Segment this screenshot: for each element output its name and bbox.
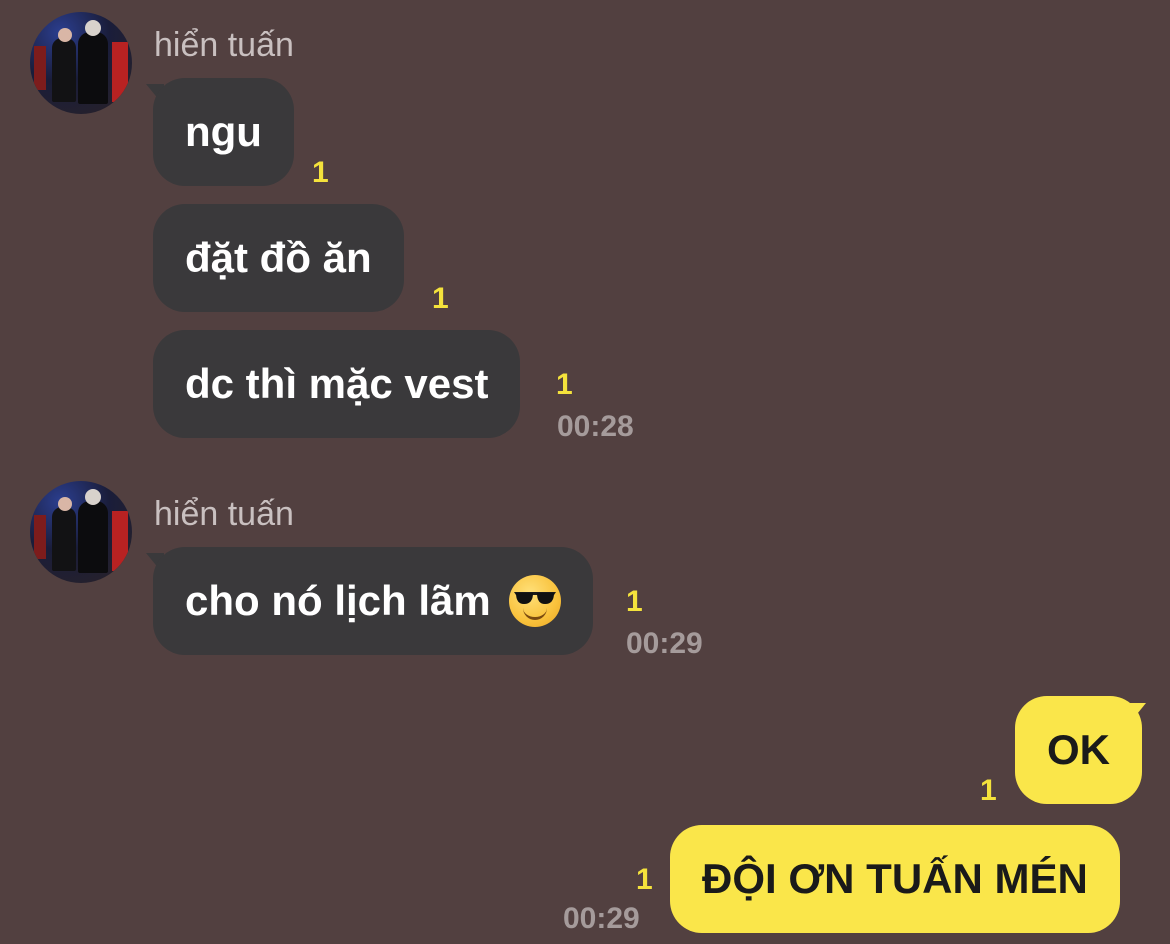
unread-count: 1 (980, 774, 997, 807)
sender-name: hiển tuấn (154, 26, 294, 64)
incoming-message-bubble[interactable]: dc thì mặc vest (153, 330, 521, 438)
sender-name: hiển tuấn (154, 495, 294, 533)
unread-count: 1 (636, 863, 653, 896)
message-text: đặt đồ ăn (185, 234, 372, 281)
message-text: dc thì mặc vest (185, 360, 489, 407)
message-timestamp: 00:28 (557, 410, 634, 443)
unread-count: 1 (432, 282, 449, 315)
incoming-message-bubble[interactable]: ngu (153, 78, 294, 186)
incoming-message-bubble[interactable]: cho nó lịch lãm (153, 547, 593, 655)
outgoing-message-bubble[interactable]: OK (1015, 696, 1142, 804)
outgoing-message-bubble[interactable]: ĐỘI ƠN TUẤN MÉN (670, 825, 1120, 933)
incoming-message-bubble[interactable]: đặt đồ ăn (153, 204, 404, 312)
sender-avatar[interactable] (30, 12, 132, 114)
message-timestamp: 00:29 (626, 627, 703, 660)
unread-count: 1 (312, 156, 329, 189)
message-text: OK (1047, 726, 1110, 773)
sunglasses-face-emoji-icon (508, 575, 561, 627)
message-timestamp: 00:29 (563, 902, 640, 935)
unread-count: 1 (626, 585, 643, 618)
unread-count: 1 (556, 368, 573, 401)
message-text: ĐỘI ƠN TUẤN MÉN (702, 855, 1088, 902)
sender-avatar[interactable] (30, 481, 132, 583)
message-text: cho nó lịch lãm (185, 577, 491, 624)
message-text: ngu (185, 108, 262, 155)
